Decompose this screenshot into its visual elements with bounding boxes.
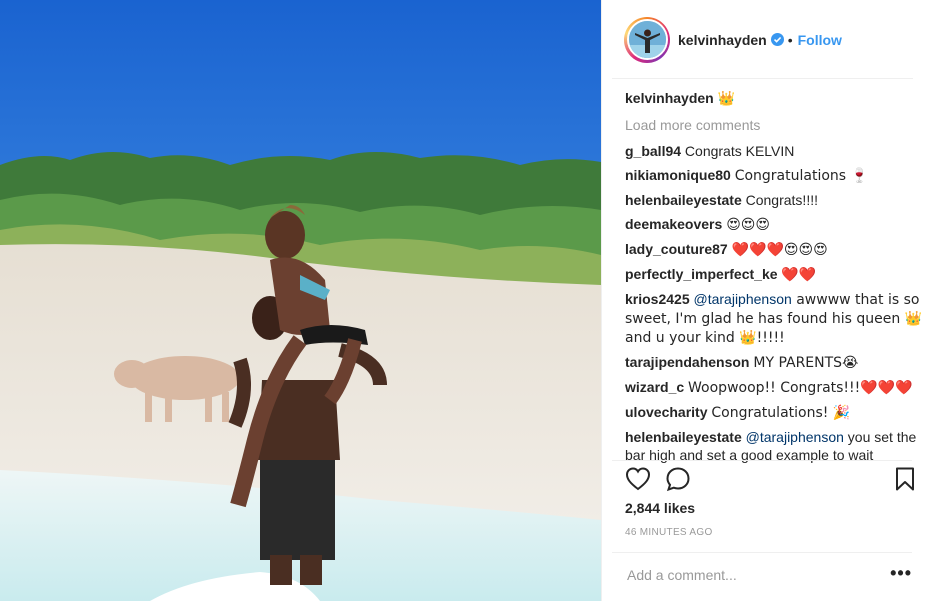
add-comment-input[interactable] <box>627 565 867 585</box>
separator-dot: • <box>787 31 793 48</box>
comment-username[interactable]: helenbaileyestate <box>625 429 742 445</box>
comment-item: deemakeovers 😍😍😍 <box>625 215 925 234</box>
comment-item: tarajipendahenson MY PARENTS😭 <box>625 353 925 372</box>
comments-list: kelvinhayden 👑 Load more comments g_ball… <box>625 89 925 470</box>
comment-text: 😍😍😍 <box>726 217 770 233</box>
comment-text: ❤️❤️❤️😍😍😍 <box>731 242 828 258</box>
comment-text: Congratulations! 🎉 <box>711 405 851 421</box>
comment-username[interactable]: deemakeovers <box>625 216 722 232</box>
comment-text: Woopwoop!! Congrats!!!❤️❤️❤️ <box>688 380 913 396</box>
comment-item: krios2425 @tarajiphenson awwww that is s… <box>625 290 925 347</box>
author-username[interactable]: kelvinhayden <box>678 32 767 48</box>
comment-mention[interactable]: @tarajiphenson <box>694 291 792 307</box>
comment-username[interactable]: krios2425 <box>625 291 690 307</box>
comment-item: g_ball94 Congrats KELVIN <box>625 142 925 160</box>
comment-username[interactable]: nikiamonique80 <box>625 167 731 183</box>
comment-item: wizard_c Woopwoop!! Congrats!!!❤️❤️❤️ <box>625 378 925 397</box>
more-options-icon[interactable]: ••• <box>890 564 912 582</box>
comment-text: Congrats!!!! <box>745 192 818 208</box>
comment-username[interactable]: helenbaileyestate <box>625 192 742 208</box>
comment-item: perfectly_imperfect_ke ❤️❤️ <box>625 265 925 284</box>
comment-username[interactable]: ulovecharity <box>625 404 707 420</box>
post-actions <box>625 466 925 494</box>
comment-item: ulovecharity Congratulations! 🎉 <box>625 403 925 422</box>
verified-badge-icon <box>770 33 784 46</box>
comment-username[interactable]: tarajipendahenson <box>625 354 749 370</box>
post-side-panel: kelvinhayden • Follow kelvinhayden 👑 Loa… <box>601 0 937 601</box>
comment-item: lady_couture87 ❤️❤️❤️😍😍😍 <box>625 240 925 259</box>
bookmark-icon[interactable] <box>894 467 916 491</box>
post-timestamp: 46 MINUTES AGO <box>625 527 713 538</box>
caption: kelvinhayden 👑 <box>625 89 925 108</box>
comment-username[interactable]: lady_couture87 <box>625 241 728 257</box>
comment-item: helenbaileyestate @tarajiphenson you set… <box>625 428 925 464</box>
comment-username[interactable]: g_ball94 <box>625 143 681 159</box>
load-more-comments-button[interactable]: Load more comments <box>625 116 925 134</box>
avatar-image <box>628 21 666 58</box>
caption-text: 👑 <box>717 91 736 107</box>
comment-item: helenbaileyestate Congrats!!!! <box>625 191 925 209</box>
beach-photo <box>0 0 601 601</box>
comment-text: Congrats KELVIN <box>684 143 795 159</box>
comment-item: nikiamonique80 Congratulations 🍷 <box>625 166 925 185</box>
post-header: kelvinhayden • Follow <box>602 0 937 79</box>
post-photo[interactable] <box>0 0 601 601</box>
comment-text: Congratulations 🍷 <box>734 168 868 184</box>
actions-divider <box>612 460 912 461</box>
comment-mention[interactable]: @tarajiphenson <box>746 429 844 445</box>
caption-author[interactable]: kelvinhayden <box>625 90 714 106</box>
comment-username[interactable]: perfectly_imperfect_ke <box>625 266 778 282</box>
heart-icon[interactable] <box>625 466 651 492</box>
follow-button[interactable]: Follow <box>798 32 842 48</box>
comment-username[interactable]: wizard_c <box>625 379 684 395</box>
comment-icon[interactable] <box>665 466 691 492</box>
comment-divider <box>612 552 912 553</box>
comment-text: MY PARENTS😭 <box>753 355 859 371</box>
avatar[interactable] <box>624 16 670 63</box>
comment-text: ❤️❤️ <box>781 267 817 283</box>
likes-count[interactable]: 2,844 likes <box>625 500 695 516</box>
